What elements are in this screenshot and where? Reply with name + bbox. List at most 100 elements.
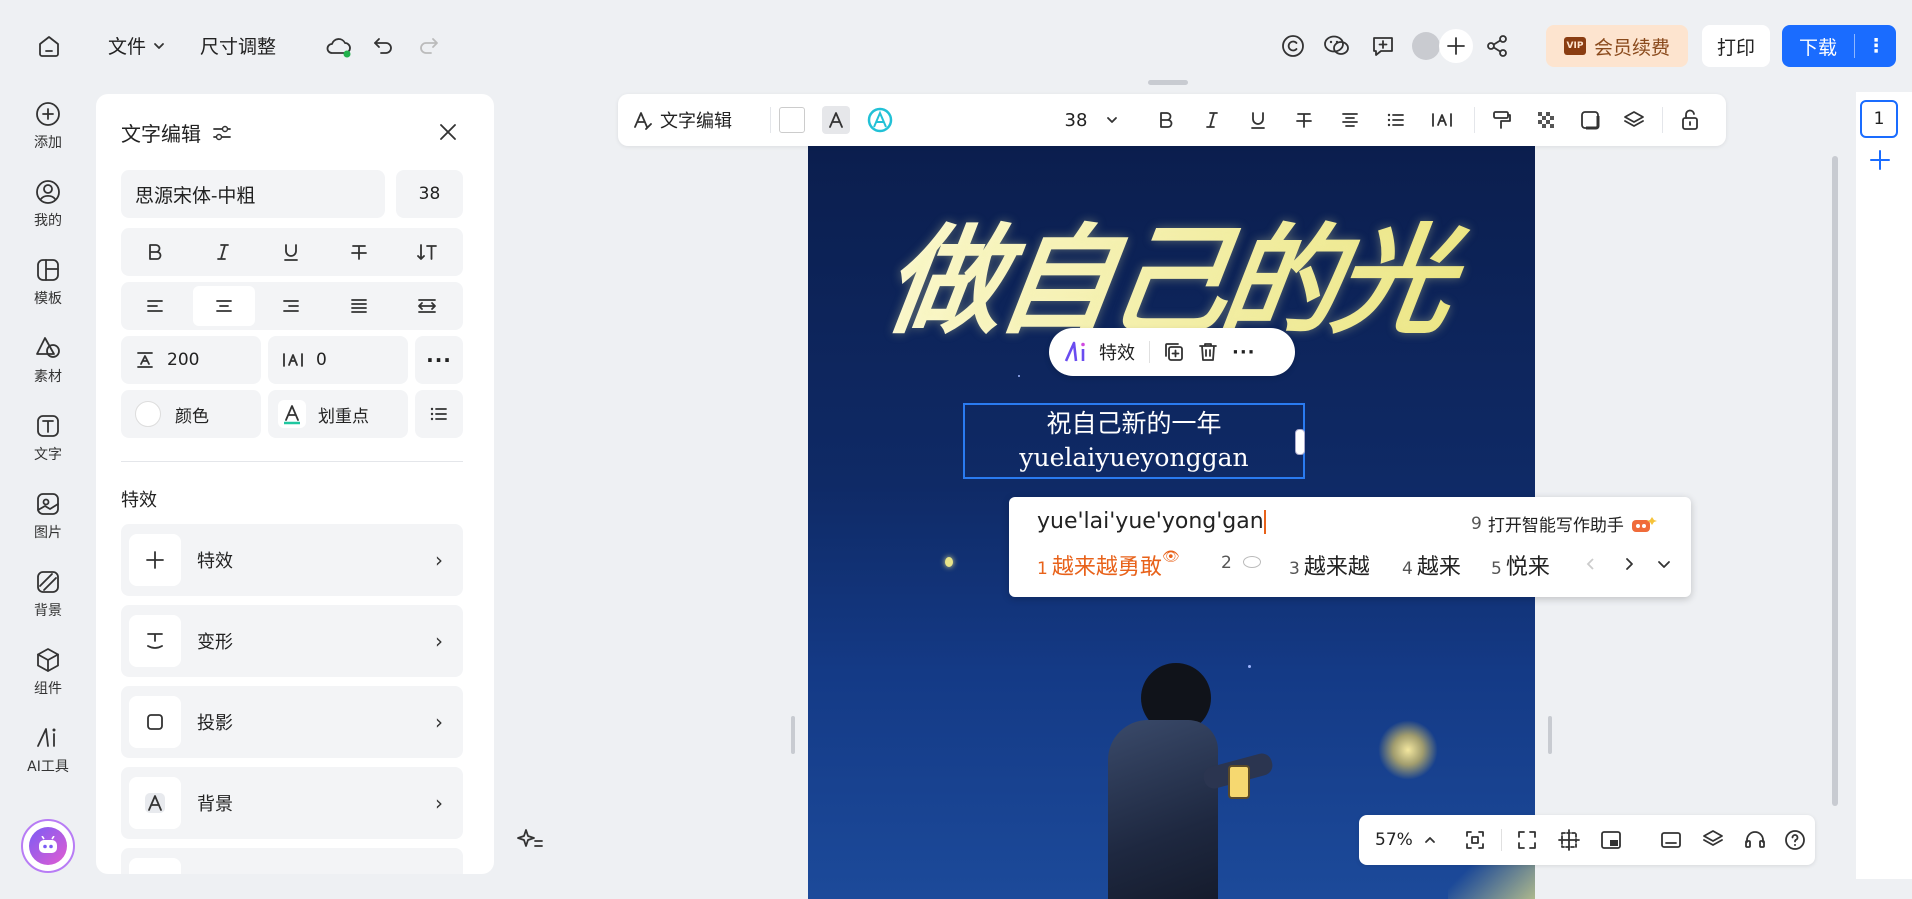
align-left-button[interactable]	[121, 282, 189, 330]
add-page-icon[interactable]	[1868, 148, 1892, 172]
letter-spacing-icon[interactable]	[1420, 94, 1464, 146]
layers-icon[interactable]	[1612, 94, 1656, 146]
wechat-icon[interactable]	[1320, 29, 1354, 63]
resize-handle[interactable]	[1295, 429, 1305, 455]
border-icon[interactable]	[1568, 94, 1612, 146]
ime-candidate-3[interactable]: 3 越来越	[1289, 549, 1370, 581]
font-size-dropdown[interactable]: 38	[1050, 94, 1134, 146]
undo-icon[interactable]	[366, 29, 400, 63]
transparency-icon[interactable]	[1524, 94, 1568, 146]
home-icon[interactable]	[32, 29, 66, 63]
align-center-button[interactable]	[193, 286, 255, 326]
right-resize-handle[interactable]	[1548, 716, 1552, 754]
copyright-icon[interactable]	[1276, 29, 1310, 63]
text-edit-mode-button[interactable]: 文字编辑	[632, 94, 732, 146]
subtitle-icon[interactable]	[1659, 828, 1683, 852]
ime-candidate-4[interactable]: 4 越来	[1402, 549, 1461, 581]
redo-icon[interactable]	[412, 29, 446, 63]
invite-collaborator-icon[interactable]	[1439, 29, 1473, 63]
align-right-button[interactable]	[257, 282, 325, 330]
rail-item-text[interactable]: 文字	[0, 412, 96, 464]
effect-row-background[interactable]: 背景 ›	[121, 767, 463, 839]
distribute-button[interactable]	[393, 282, 461, 330]
rail-item-template[interactable]: 模板	[0, 256, 96, 308]
resize-button[interactable]: 尺寸调整	[200, 32, 276, 59]
unlock-icon[interactable]	[1668, 94, 1712, 146]
float-effect-button[interactable]: 特效	[1063, 339, 1135, 365]
align-center-button[interactable]	[1328, 94, 1372, 146]
collapse-handle[interactable]	[1148, 80, 1188, 85]
selected-text-box[interactable]: 祝自己新的一年 yuelaiyueyonggan	[963, 403, 1305, 479]
more-icon[interactable]: ···	[1232, 342, 1256, 363]
effect-row-more[interactable]	[121, 848, 463, 874]
fit-screen-icon[interactable]	[1463, 828, 1487, 852]
ime-next-page-icon[interactable]	[1621, 555, 1637, 573]
ime-candidate-1[interactable]: 1 越来越勇敢👁	[1037, 549, 1180, 581]
avatar[interactable]	[1412, 32, 1440, 60]
list-icon[interactable]	[1374, 94, 1418, 146]
format-painter-icon[interactable]	[1480, 94, 1524, 146]
delete-icon[interactable]	[1196, 340, 1220, 364]
file-menu[interactable]: 文件	[108, 32, 166, 59]
bold-button[interactable]	[121, 228, 189, 276]
letter-spacing-field[interactable]: 0	[268, 336, 408, 384]
bold-button[interactable]	[1144, 94, 1188, 146]
ime-candidate-5[interactable]: 5 悦来	[1491, 549, 1550, 581]
rail-item-image[interactable]: 图片	[0, 490, 96, 542]
help-icon[interactable]	[1783, 828, 1807, 852]
strikethrough-button[interactable]	[1282, 94, 1326, 146]
color-picker[interactable]: 颜色	[121, 390, 261, 438]
subtitle-line1: 祝自己新的一年	[1046, 409, 1222, 438]
fullscreen-icon[interactable]	[1515, 828, 1539, 852]
underline-button[interactable]	[1236, 94, 1280, 146]
highlight-button[interactable]: 划重点	[268, 390, 408, 438]
picture-in-picture-icon[interactable]	[1599, 828, 1623, 852]
duplicate-icon[interactable]	[1162, 340, 1186, 364]
text-fill-icon[interactable]	[814, 94, 858, 146]
share-icon[interactable]	[1480, 29, 1514, 63]
download-button[interactable]: 下载 ⋮	[1782, 25, 1896, 67]
strikethrough-button[interactable]	[325, 228, 393, 276]
rail-item-add[interactable]: 添加	[0, 100, 96, 152]
settings-sliders-icon[interactable]	[211, 122, 233, 144]
rail-item-ai-tools[interactable]: AI工具	[0, 724, 96, 776]
ime-expand-icon[interactable]	[1655, 555, 1673, 573]
rail-item-background[interactable]: 背景	[0, 568, 96, 620]
ime-writing-assistant[interactable]: 9 打开智能写作助手	[1471, 511, 1657, 536]
add-comment-icon[interactable]	[1366, 29, 1400, 63]
vertical-scrollbar[interactable]	[1832, 156, 1838, 806]
cloud-saved-icon[interactable]	[322, 29, 356, 63]
rail-item-mine[interactable]: 我的	[0, 178, 96, 230]
effect-row-warp[interactable]: 变形 ›	[121, 605, 463, 677]
underline-button[interactable]	[257, 228, 325, 276]
vip-renew-button[interactable]: VIP 会员续费	[1546, 25, 1688, 67]
more-options-icon[interactable]: ⋮	[1855, 35, 1896, 57]
text-color-swatch[interactable]	[770, 94, 814, 146]
close-icon[interactable]	[434, 118, 462, 146]
line-height-field[interactable]: 200	[121, 336, 261, 384]
more-spacing-icon[interactable]: ···	[415, 336, 463, 384]
effect-row-shadow[interactable]: 投影 ›	[121, 686, 463, 758]
ai-assistant-icon[interactable]	[21, 819, 75, 873]
list-style-icon[interactable]	[415, 390, 463, 438]
effect-row-effect[interactable]: 特效 ›	[121, 524, 463, 596]
zoom-dropdown[interactable]: 57%	[1375, 815, 1437, 865]
print-button[interactable]: 打印	[1702, 25, 1770, 67]
text-stroke-icon[interactable]	[858, 94, 902, 146]
font-family-select[interactable]: 思源宋体-中粗	[121, 170, 385, 218]
italic-button[interactable]	[1190, 94, 1234, 146]
magic-assist-icon[interactable]	[516, 826, 544, 854]
align-justify-button[interactable]	[325, 282, 393, 330]
font-size-input[interactable]: 38	[396, 170, 463, 218]
italic-button[interactable]	[189, 228, 257, 276]
vertical-text-button[interactable]	[393, 228, 461, 276]
layers-icon[interactable]	[1701, 828, 1725, 852]
left-resize-handle[interactable]	[791, 716, 795, 754]
ime-prev-page-icon[interactable]	[1583, 555, 1599, 573]
page-thumbnail-1[interactable]: 1	[1860, 100, 1898, 138]
crop-area-icon[interactable]	[1557, 828, 1581, 852]
rail-item-material[interactable]: 素材	[0, 334, 96, 386]
rail-item-component[interactable]: 组件	[0, 646, 96, 698]
ime-candidate-2[interactable]: 2	[1221, 549, 1261, 574]
support-headset-icon[interactable]	[1743, 828, 1767, 852]
